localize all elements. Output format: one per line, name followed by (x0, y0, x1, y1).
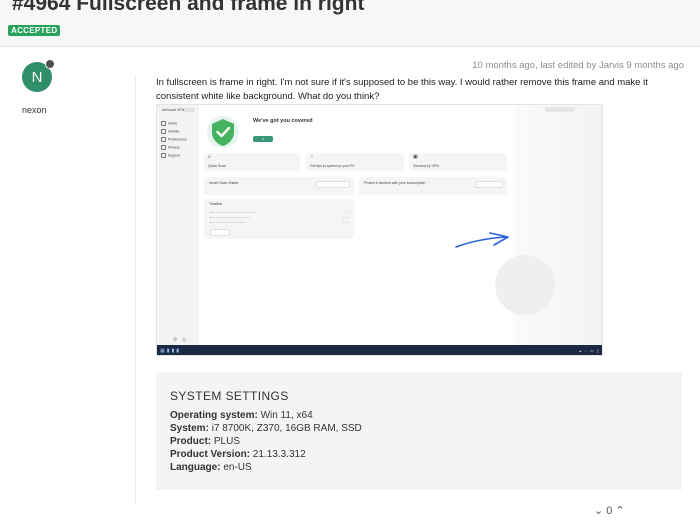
embed-activity-time: — — (342, 215, 349, 219)
embed-activity-line: • — — — — — — — — — (210, 220, 246, 224)
embed-window-control: · · · (545, 107, 575, 112)
vote-count: 0 (606, 505, 613, 517)
windows-start-icon: ▦▮▮▮ (160, 348, 181, 354)
embed-activity-line: • — — — — — — — — — — (210, 215, 250, 219)
author-name[interactable]: nexon (22, 105, 47, 115)
home-icon (161, 121, 166, 126)
embed-card-devices: Protect 5 devices with your subscription (359, 177, 507, 195)
activity-icon (161, 129, 166, 134)
embed-sidebar: AdGuard VPN Home Activity Preferences Pr… (157, 105, 199, 345)
gauge-icon: ◔ (310, 154, 314, 160)
settings-row-system: System: i7 8700K, Z370, 16GB RAM, SSD (170, 423, 362, 434)
embed-hero-title: We've got you covered (253, 118, 313, 124)
downvote-icon[interactable]: ⌄ (594, 504, 603, 517)
embed-card-speed: ◔ Get tips to speed up your PC (306, 153, 404, 171)
thread-divider (135, 75, 136, 505)
search-icon: ⌕ (208, 154, 211, 160)
embed-sidebar-item: Support (161, 153, 180, 158)
arrow-annotation-icon (455, 232, 509, 248)
avatar-letter: N (31, 68, 43, 86)
embed-activity-line: • — — — — — — — — — — — — (210, 210, 258, 214)
support-icon (161, 153, 166, 158)
embed-card-shield: Smart Scan Shield (204, 177, 354, 195)
shield-check-icon (207, 116, 239, 148)
preferences-icon (161, 137, 166, 142)
embed-taskbar: ▦▮▮▮ ▴ ◌ ▭ ▯ (157, 345, 602, 355)
embed-account-icon: ◎ (182, 337, 187, 343)
page-title: #4964 Fullscreen and frame in right (12, 0, 365, 15)
embed-card-vpn: ▣ Secured by VPN (409, 153, 507, 171)
embed-hero-subtitle: · · · · · · · · · · · · · · · · · · (253, 126, 286, 130)
frame-decoration (495, 255, 555, 315)
settings-title: SYSTEM SETTINGS (170, 389, 289, 403)
settings-row-version: Product Version: 21.13.3.312 (170, 449, 306, 460)
settings-row-language: Language: en-US (170, 462, 252, 473)
embed-card-quick-scan: ⌕ Quick Scan (204, 153, 300, 171)
upvote-icon[interactable]: ⌃ (615, 504, 624, 517)
embed-sidebar-item: Activity (161, 129, 179, 134)
attached-screenshot[interactable]: AdGuard VPN Home Activity Preferences Pr… (156, 104, 603, 356)
privacy-icon (161, 145, 166, 150)
status-dot-icon (45, 59, 55, 69)
embed-sidebar-pill (184, 108, 195, 112)
post-body: In fullscreen is frame in right. I'm not… (156, 77, 648, 102)
embed-sidebar-item: Preferences (161, 137, 187, 142)
embed-activity-time: — — (342, 210, 349, 214)
system-tray-icon: ▴ ◌ ▭ ▯ (579, 348, 600, 353)
embed-activity-button (210, 229, 230, 236)
embed-sidebar-item: Home (161, 121, 177, 126)
post-meta[interactable]: 10 months ago, last edited by Jarvis 9 m… (472, 60, 684, 71)
settings-row-product: Product: PLUS (170, 436, 241, 447)
embed-app-name: AdGuard VPN (162, 108, 185, 112)
embed-activity-time: — — (342, 220, 349, 224)
topic-header: #4964 Fullscreen and frame in right ACCE… (0, 0, 700, 47)
status-badge[interactable]: ACCEPTED (8, 25, 61, 36)
embed-sidebar-item: Privacy (161, 145, 179, 150)
embed-card-button (316, 181, 350, 188)
vote-control: ⌄ 0 ⌃ (594, 504, 625, 517)
settings-row-os: Operating system: Win 11, x64 (170, 410, 313, 421)
system-settings-panel: SYSTEM SETTINGS Operating system: Win 11… (156, 372, 682, 490)
embed-card-button (475, 181, 503, 188)
embed-hero-button: ● (253, 136, 273, 142)
embed-settings-icon: ⚙ (173, 337, 178, 343)
embed-activity-card: Timeline • — — — — — — — — — — — — • — —… (204, 199, 354, 239)
lock-icon: ▣ (413, 154, 418, 160)
